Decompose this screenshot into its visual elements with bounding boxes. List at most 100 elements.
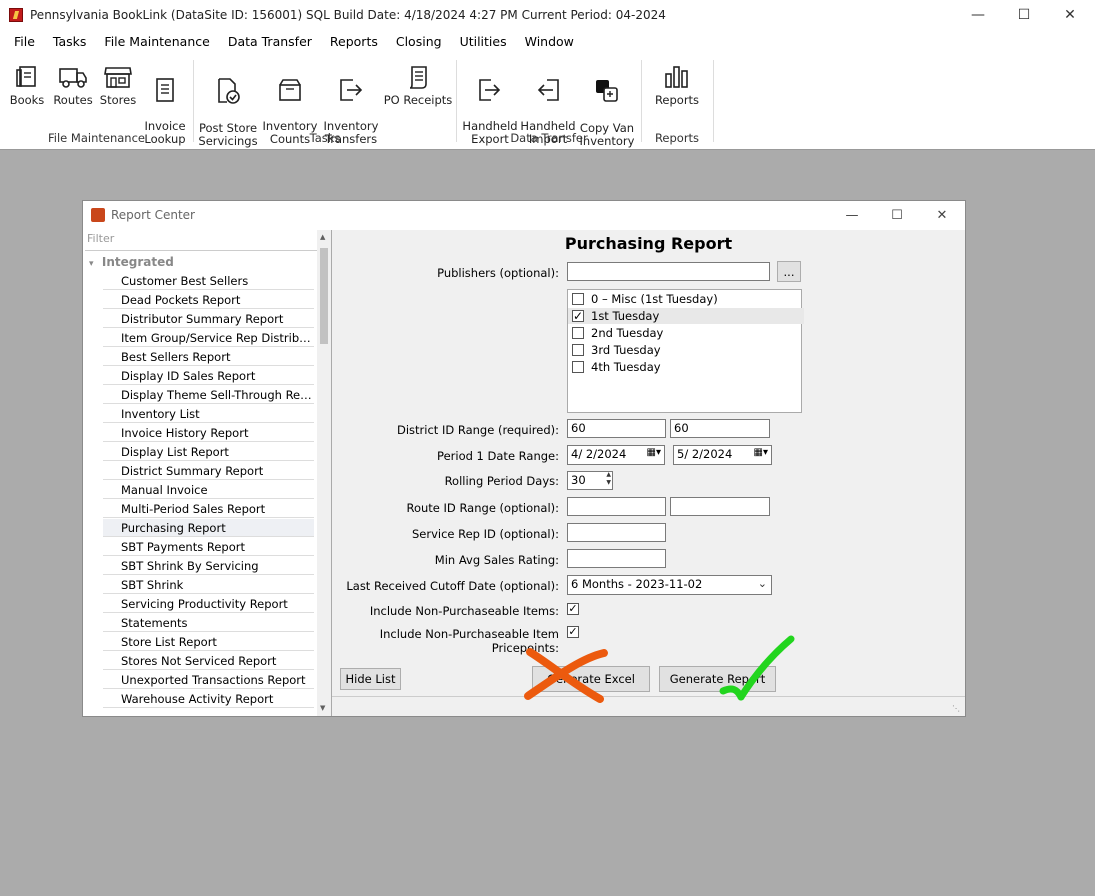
menu-reports[interactable]: Reports <box>321 30 387 54</box>
min-avg-label: Min Avg Sales Rating: <box>434 553 559 567</box>
rolling-days-label: Rolling Period Days: <box>444 474 559 488</box>
ribbon-separator <box>713 60 714 142</box>
filter-input[interactable]: Filter <box>85 232 319 248</box>
report-list-item[interactable]: Warehouse Activity Report <box>103 690 314 708</box>
menu-utilities[interactable]: Utilities <box>451 30 516 54</box>
publishers-browse-button[interactable]: ... <box>777 261 801 282</box>
district-to-input[interactable]: 60 <box>670 419 770 438</box>
group-integrated[interactable]: ▾ Integrated <box>89 255 174 269</box>
scroll-down-icon[interactable]: ▼ <box>320 704 325 712</box>
menu-tasks[interactable]: Tasks <box>44 30 96 54</box>
menu-closing[interactable]: Closing <box>387 30 451 54</box>
ribbon-separator <box>456 60 457 142</box>
report-list-item[interactable]: Invoice History Report <box>103 424 314 442</box>
report-list-item[interactable]: Servicing Productivity Report <box>103 595 314 613</box>
period-option-checkbox[interactable] <box>572 327 584 339</box>
min-avg-input[interactable] <box>567 549 666 568</box>
route-to-input[interactable] <box>670 497 770 516</box>
receipt-icon <box>409 66 427 89</box>
report-list-item[interactable]: Stores Not Serviced Report <box>103 652 314 670</box>
rc-minimize-icon[interactable]: — <box>829 201 875 229</box>
rolling-days-stepper[interactable]: 30 ▲ ▼ <box>567 471 613 490</box>
bar-chart-icon <box>665 66 688 88</box>
menu-data-transfer[interactable]: Data Transfer <box>219 30 321 54</box>
group-data-transfer: Data Transfer <box>510 131 588 145</box>
period-checklist: 0 – Misc (1st Tuesday) ✓ 1st Tuesday 2nd Tu… <box>567 289 804 413</box>
report-center-title: Report Center <box>111 208 195 222</box>
document-check-icon <box>218 78 240 104</box>
menu-window[interactable]: Window <box>516 30 583 54</box>
report-center-icon <box>91 208 105 222</box>
calendar-dropdown-icon[interactable]: ▦▾ <box>754 447 768 458</box>
period-option[interactable]: 4th Tuesday <box>571 359 799 375</box>
period-range-label: Period 1 Date Range: <box>437 449 559 463</box>
hide-list-button[interactable]: Hide List <box>340 668 401 690</box>
report-list-item[interactable]: Display ID Sales Report <box>103 367 314 385</box>
report-list-item[interactable]: Distributor Summary Report <box>103 310 314 328</box>
rc-maximize-icon[interactable]: ☐ <box>874 201 920 229</box>
rc-close-icon[interactable]: ✕ <box>919 201 965 229</box>
scroll-thumb[interactable] <box>320 248 328 344</box>
report-list-item[interactable]: Dead Pockets Report <box>103 291 314 309</box>
po-receipts-button[interactable]: PO Receipts <box>382 64 454 107</box>
period-option-checkbox[interactable] <box>572 293 584 305</box>
x-mark-annotation-icon <box>524 648 608 703</box>
service-rep-input[interactable] <box>567 523 666 542</box>
report-list-item[interactable]: Multi-Period Sales Report <box>103 500 314 518</box>
books-icon <box>16 66 36 87</box>
period-option-checkbox[interactable] <box>572 361 584 373</box>
report-list-item[interactable]: Item Group/Service Rep Distribution Repo… <box>103 329 314 347</box>
report-list-item[interactable]: District Summary Report <box>103 462 314 480</box>
report-list-item[interactable]: Display List Report <box>103 443 314 461</box>
report-list-item[interactable]: SBT Shrink <box>103 576 314 594</box>
period-to-value: 5/ 2/2024 <box>677 447 733 461</box>
routes-label: Routes <box>53 93 93 107</box>
cutoff-select[interactable]: 6 Months - 2023-11-02 ⌄ <box>567 575 772 595</box>
route-from-input[interactable] <box>567 497 666 516</box>
report-list-item[interactable]: Display Theme Sell-Through Report <box>103 386 314 404</box>
reports-button[interactable]: Reports <box>647 64 707 107</box>
report-list-item[interactable]: Statements <box>103 614 314 632</box>
period-option[interactable]: 2nd Tuesday <box>571 325 799 341</box>
report-list-panel: Filter ▾ Integrated Customer Best Seller… <box>83 230 332 716</box>
report-list-item[interactable]: SBT Payments Report <box>103 538 314 556</box>
period-to-date[interactable]: 5/ 2/2024 ▦▾ <box>673 445 772 465</box>
report-list-item[interactable]: Purchasing Report <box>103 519 314 537</box>
report-list-item[interactable]: Best Sellers Report <box>103 348 314 366</box>
checkmark-icon: ✓ <box>572 309 584 323</box>
period-option[interactable]: ✓ 1st Tuesday <box>568 308 804 324</box>
stepper-arrows-icon[interactable]: ▲ ▼ <box>606 471 611 487</box>
period-option-label: 1st Tuesday <box>591 309 660 323</box>
menu-file-maintenance[interactable]: File Maintenance <box>95 30 218 54</box>
resize-grip-icon[interactable]: ⋱ <box>952 704 960 713</box>
period-option[interactable]: 3rd Tuesday <box>571 342 799 358</box>
export-icon <box>479 79 501 101</box>
scroll-up-icon[interactable]: ▲ <box>320 233 325 241</box>
report-list-item[interactable]: SBT Shrink By Servicing <box>103 557 314 575</box>
close-icon[interactable]: ✕ <box>1047 0 1093 30</box>
report-list-item[interactable]: Inventory List <box>103 405 314 423</box>
period-option-checkbox[interactable] <box>572 344 584 356</box>
non-purch-checkbox[interactable]: ✓ <box>567 603 579 615</box>
calendar-dropdown-icon[interactable]: ▦▾ <box>647 447 661 458</box>
store-icon <box>104 67 132 88</box>
copy-icon <box>596 80 618 102</box>
maximize-icon[interactable]: ☐ <box>1001 0 1047 30</box>
period-from-date[interactable]: 4/ 2/2024 ▦▾ <box>567 445 665 465</box>
period-option[interactable]: 0 – Misc (1st Tuesday) <box>571 291 799 307</box>
district-from-input[interactable]: 60 <box>567 419 666 438</box>
ribbon-toolbar: Books Routes Stores Invoice Lookup File … <box>0 54 1095 150</box>
app-title: Pennsylvania BookLink (DataSite ID: 1560… <box>30 8 666 22</box>
report-list-item[interactable]: Store List Report <box>103 633 314 651</box>
report-list-item[interactable]: Manual Invoice <box>103 481 314 499</box>
cutoff-value: 6 Months - 2023-11-02 <box>571 577 703 591</box>
box-icon <box>279 79 301 101</box>
menu-file[interactable]: File <box>0 30 44 54</box>
report-list-item[interactable]: Unexported Transactions Report <box>103 671 314 689</box>
period-option-checkbox[interactable]: ✓ <box>572 310 584 322</box>
publishers-input[interactable] <box>567 262 770 281</box>
report-list-item[interactable]: Customer Best Sellers <box>103 272 314 290</box>
non-purch-price-checkbox[interactable]: ✓ <box>567 626 579 638</box>
report-center-window: Report Center — ☐ ✕ Filter ▾ Integrated … <box>82 200 966 717</box>
minimize-icon[interactable]: — <box>955 0 1001 30</box>
